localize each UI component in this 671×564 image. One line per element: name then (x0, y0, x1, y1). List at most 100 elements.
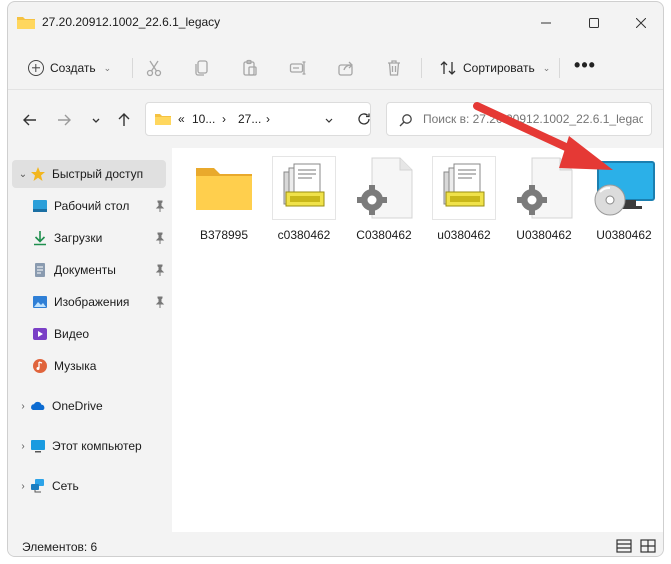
sidebar-item-downloads[interactable]: Загрузки (32, 224, 166, 252)
paste-button[interactable] (238, 56, 262, 80)
chevron-right-icon[interactable]: › (16, 401, 30, 412)
close-button[interactable] (626, 10, 656, 36)
command-bar: Создать ⌄ Сортировать ⌄ ••• (8, 46, 663, 90)
chevron-down-icon: ⌄ (542, 62, 551, 73)
file-name: c0380462 (277, 228, 331, 242)
file-item[interactable]: B378995 (186, 156, 262, 246)
more-options-button[interactable]: ••• (573, 56, 597, 80)
pin-icon[interactable] (154, 296, 166, 308)
star-icon (30, 166, 46, 182)
breadcrumb-separator[interactable]: › (266, 112, 270, 126)
breadcrumb-overflow[interactable]: « (178, 112, 185, 126)
new-button[interactable]: Создать ⌄ (22, 54, 117, 82)
sidebar-item-onedrive[interactable]: › OneDrive (12, 392, 166, 420)
breadcrumb-separator[interactable]: › (222, 112, 226, 126)
pin-icon[interactable] (154, 200, 166, 212)
sort-button[interactable]: Сортировать ⌄ (435, 54, 554, 82)
close-icon (636, 18, 646, 28)
sidebar-item-desktop[interactable]: Рабочий стол (32, 192, 166, 220)
separator (559, 58, 560, 78)
minimize-icon (541, 22, 551, 24)
refresh-icon (358, 113, 370, 125)
refresh-button[interactable] (347, 102, 381, 136)
large-icons-view-icon[interactable] (640, 538, 656, 554)
folder-icon (196, 168, 252, 210)
cut-icon (146, 60, 162, 77)
sidebar-item-pictures[interactable]: Изображения (32, 288, 166, 316)
breadcrumb-item[interactable]: 10... (192, 112, 215, 126)
sort-icon (440, 61, 456, 75)
chevron-right-icon[interactable]: › (16, 481, 30, 492)
pin-icon[interactable] (154, 232, 166, 244)
pin-icon[interactable] (154, 264, 166, 276)
catalog-file-icon (272, 156, 336, 220)
rename-button[interactable] (286, 56, 310, 80)
arrow-up-icon (118, 113, 130, 126)
file-name: U0380462 (516, 228, 572, 242)
file-item[interactable]: c0380462 (266, 156, 342, 246)
sidebar-item-music[interactable]: Музыка (32, 352, 166, 380)
file-name: C0380462 (356, 228, 412, 242)
computer-icon (30, 438, 46, 454)
rename-icon (289, 61, 306, 75)
folder-icon (155, 114, 171, 125)
search-icon (399, 114, 412, 127)
details-view-icon[interactable] (616, 538, 632, 554)
navigation-pane: ⌄ Быстрый доступ Рабочий стол Загрузки Д… (8, 152, 170, 532)
sidebar-item-this-pc[interactable]: › Этот компьютер (12, 432, 166, 460)
sidebar-item-quick-access[interactable]: ⌄ Быстрый доступ (12, 160, 166, 188)
address-bar[interactable]: « 10... › 27... › (145, 102, 371, 136)
separator (421, 58, 422, 78)
file-list: B378995 c0380462 C0380462 u0380462 U0380… (172, 148, 663, 532)
sidebar-item-videos[interactable]: Видео (32, 320, 166, 348)
download-icon (32, 230, 48, 246)
forward-button[interactable] (54, 110, 74, 130)
music-icon (32, 358, 48, 374)
share-button[interactable] (334, 56, 358, 80)
up-button[interactable] (114, 110, 134, 130)
arrow-right-icon (58, 114, 71, 126)
sidebar-item-label: Быстрый доступ (52, 167, 144, 181)
arrow-left-icon (23, 114, 36, 126)
sidebar-item-label: OneDrive (52, 399, 103, 413)
network-icon (30, 478, 46, 494)
delete-icon (388, 60, 400, 76)
sort-label: Сортировать (463, 61, 535, 75)
sidebar-item-label: Сеть (52, 479, 79, 493)
delete-button[interactable] (382, 56, 406, 80)
title-bar[interactable]: 27.20.20912.1002_22.6.1_legacy (8, 2, 663, 42)
sidebar-item-label: Изображения (54, 295, 130, 309)
add-icon (28, 60, 44, 76)
folder-icon (17, 17, 35, 29)
document-icon (32, 262, 48, 278)
chevron-down-icon (92, 118, 100, 123)
minimize-button[interactable] (531, 10, 561, 36)
sidebar-item-documents[interactable]: Документы (32, 256, 166, 284)
chevron-down-icon[interactable]: ⌄ (16, 169, 30, 180)
maximize-button[interactable] (579, 10, 609, 36)
file-name: U0380462 (596, 228, 652, 242)
sidebar-item-label: Этот компьютер (52, 439, 142, 453)
explorer-window: 27.20.20912.1002_22.6.1_legacy Создать ⌄ (7, 1, 664, 557)
file-name: B378995 (199, 228, 249, 242)
settings-file-icon (357, 157, 413, 219)
cut-button[interactable] (142, 56, 166, 80)
copy-button[interactable] (190, 56, 214, 80)
window-title: 27.20.20912.1002_22.6.1_legacy (42, 15, 221, 29)
sidebar-item-label: Загрузки (54, 231, 103, 245)
video-icon (32, 326, 48, 342)
sidebar-item-label: Рабочий стол (54, 199, 130, 213)
back-button[interactable] (20, 110, 40, 130)
chevron-down-icon[interactable] (324, 115, 334, 125)
annotation-arrow-icon (473, 102, 613, 170)
copy-icon (195, 60, 208, 76)
recent-locations-button[interactable] (86, 110, 106, 130)
status-bar: Элементов: 6 (8, 532, 663, 556)
file-item[interactable]: C0380462 (346, 156, 422, 246)
file-name: u0380462 (437, 228, 491, 242)
chevron-right-icon[interactable]: › (16, 441, 30, 452)
sidebar-item-label: Музыка (54, 359, 97, 373)
sidebar-item-network[interactable]: › Сеть (12, 472, 166, 500)
breadcrumb-item[interactable]: 27... (238, 112, 261, 126)
sidebar-item-label: Документы (54, 263, 116, 277)
